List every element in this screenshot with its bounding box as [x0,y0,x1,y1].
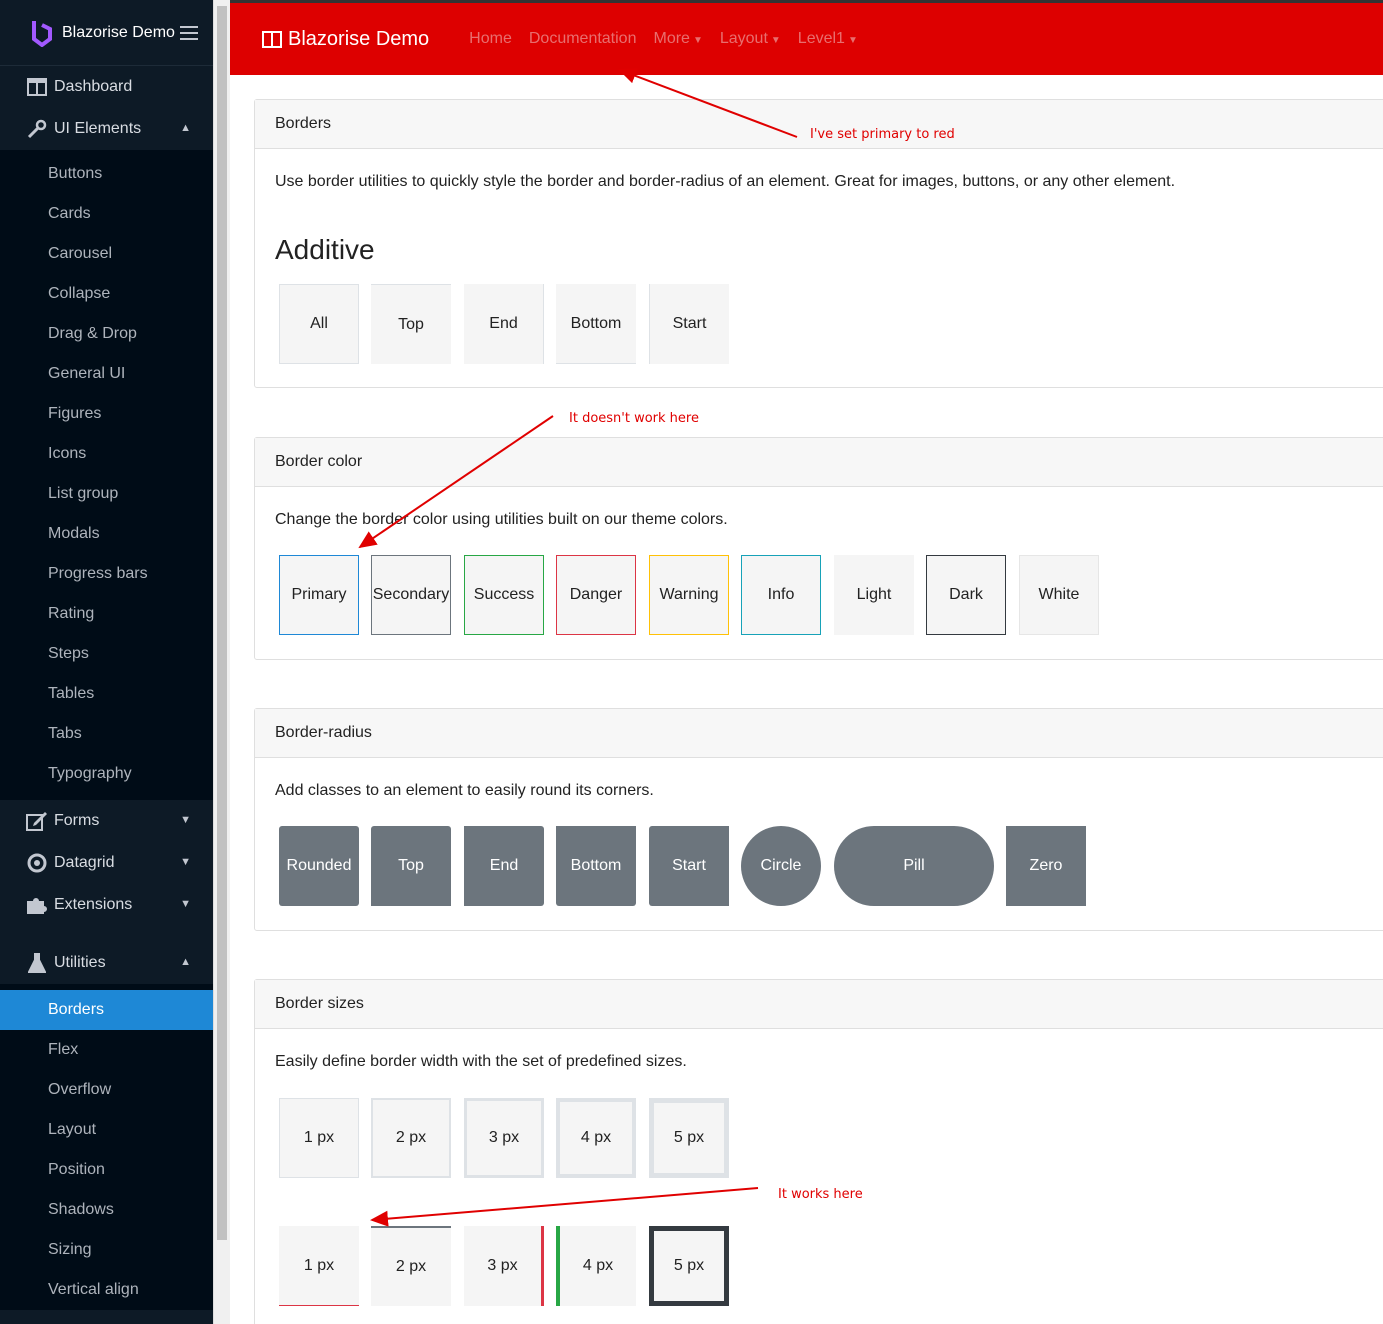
annotation-text: It doesn't work here [569,411,699,426]
annotation-arrow-2 [358,415,554,549]
annotation-arrows [358,68,798,1227]
annotation-text: I've set primary to red [810,127,955,142]
annotation-arrow-1 [618,68,798,138]
annotation-text: It works here [778,1187,863,1202]
annotation-arrow-3 [370,1187,759,1227]
